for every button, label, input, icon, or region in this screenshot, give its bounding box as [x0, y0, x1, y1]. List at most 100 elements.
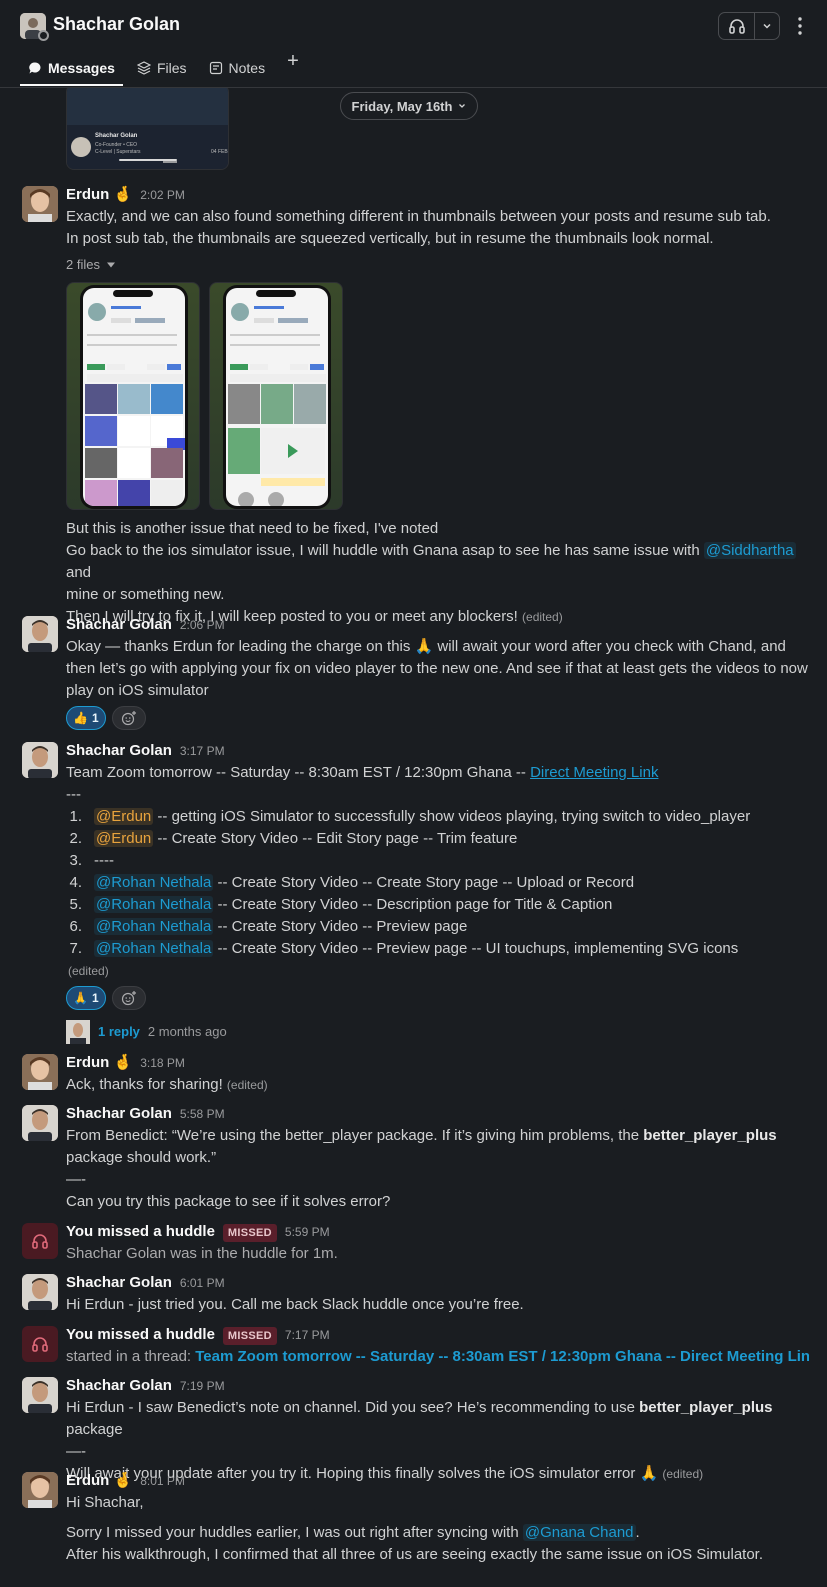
- package-name: better_player_plus: [639, 1399, 773, 1416]
- avatar[interactable]: [22, 186, 58, 222]
- message-text: After his walkthrough, I confirmed that …: [66, 1546, 764, 1563]
- message-text: Exactly, and we can also found something…: [66, 208, 771, 225]
- date-divider[interactable]: Friday, May 16th: [340, 92, 478, 120]
- thread-link[interactable]: Team Zoom tomorrow -- Saturday -- 8:30am…: [195, 1348, 809, 1365]
- message-author[interactable]: Shachar Golan: [66, 1103, 172, 1125]
- message-time[interactable]: 6:01 PM: [180, 1272, 225, 1294]
- reply-count[interactable]: 1 reply: [98, 1021, 140, 1043]
- tab-notes[interactable]: Notes: [201, 56, 274, 86]
- user-mention[interactable]: @Rohan Nethala: [94, 874, 214, 891]
- add-reaction-button[interactable]: [111, 986, 146, 1010]
- presence-indicator: [38, 30, 49, 41]
- avatar[interactable]: [22, 1274, 58, 1310]
- message-author[interactable]: Erdun 🤞: [66, 1470, 132, 1492]
- more-options-icon[interactable]: [792, 14, 808, 38]
- message-text: —-: [66, 1171, 86, 1188]
- list-item: 4. @Rohan Nethala -- Create Story Video -…: [69, 874, 635, 891]
- channel-header: Shachar Golan Messages Files Notes +: [0, 0, 827, 88]
- message-time[interactable]: 2:02 PM: [140, 184, 185, 206]
- avatar[interactable]: [22, 616, 58, 652]
- missed-huddle-icon: [22, 1223, 58, 1259]
- reply-time: 2 months ago: [147, 1024, 227, 1039]
- message-text: then let’s go with applying your fix on …: [66, 660, 808, 677]
- reaction-count: 1: [91, 991, 99, 1005]
- avatar[interactable]: [22, 1054, 58, 1090]
- files-toggle[interactable]: 2 files: [66, 254, 809, 276]
- huddle-title: You missed a huddle: [66, 1326, 215, 1343]
- message-text: and: [66, 564, 92, 581]
- message-time[interactable]: 3:17 PM: [180, 740, 225, 762]
- avatar[interactable]: [22, 1472, 58, 1508]
- user-mention[interactable]: @Rohan Nethala: [94, 918, 214, 935]
- avatar[interactable]: [22, 1377, 58, 1413]
- tab-messages[interactable]: Messages: [20, 56, 123, 86]
- message-author[interactable]: Erdun 🤞: [66, 1052, 132, 1074]
- user-mention[interactable]: @Gnana Chand: [522, 1524, 636, 1541]
- message-text: Team Zoom tomorrow -- Saturday -- 8:30am…: [66, 764, 531, 781]
- meeting-link[interactable]: Direct Meeting Link: [530, 764, 658, 781]
- message-time[interactable]: 8:01 PM: [140, 1470, 185, 1492]
- screenshot-thumbnail[interactable]: [66, 282, 200, 510]
- message-author[interactable]: Shachar Golan: [66, 1375, 172, 1397]
- message-time[interactable]: 5:58 PM: [180, 1103, 225, 1125]
- add-tab-button[interactable]: +: [279, 50, 307, 86]
- reply-avatar: [66, 1020, 90, 1044]
- missed-badge: MISSED: [222, 1327, 277, 1345]
- user-mention[interactable]: @Erdun: [94, 830, 154, 847]
- message-text: .: [635, 1524, 640, 1541]
- chevron-down-icon: [459, 104, 466, 108]
- tab-messages-label: Messages: [48, 60, 115, 76]
- message-author[interactable]: Erdun 🤞: [66, 184, 132, 206]
- list-item: 1. @Erdun -- getting iOS Simulator to suc…: [69, 808, 751, 825]
- message-time[interactable]: 7:17 PM: [285, 1324, 330, 1346]
- message-text: From Benedict: “We’re using the better_p…: [66, 1127, 644, 1144]
- message-text: Ack, thanks for sharing!: [66, 1076, 223, 1093]
- message-author[interactable]: Shachar Golan: [66, 1272, 172, 1294]
- message-text: Hi Shachar,: [66, 1494, 144, 1511]
- tab-files-label: Files: [156, 60, 187, 76]
- pray-icon: 🙏: [73, 991, 88, 1005]
- message-time[interactable]: 3:18 PM: [140, 1052, 185, 1074]
- avatar[interactable]: [22, 742, 58, 778]
- add-reaction-button[interactable]: [111, 706, 146, 730]
- message-text: Can you try this package to see if it so…: [66, 1193, 391, 1210]
- attachment-tier: C-Level | Superstars: [95, 149, 141, 155]
- channel-title[interactable]: Shachar Golan: [53, 14, 180, 35]
- video-attachment-thumbnail[interactable]: Shachar Golan Co-Founder • CEO C-Level |…: [66, 88, 229, 170]
- list-item: 6. @Rohan Nethala -- Create Story Video -…: [69, 918, 468, 935]
- message-text: Hi Erdun - just tried you. Call me back …: [66, 1296, 524, 1313]
- message-time[interactable]: 2:06 PM: [180, 614, 225, 636]
- message-text: ---: [66, 786, 81, 803]
- reaction-thumbs-up[interactable]: 👍 1: [66, 706, 106, 730]
- huddle-button[interactable]: [718, 12, 780, 40]
- message-text: mine or something new.: [66, 586, 225, 603]
- edited-label: (edited): [226, 1078, 268, 1092]
- message-text: But this is another issue that need to b…: [66, 520, 439, 537]
- message-author[interactable]: Shachar Golan: [66, 740, 172, 762]
- image-attachments: [66, 282, 809, 510]
- add-emoji-icon: [121, 991, 136, 1006]
- message-author[interactable]: Shachar Golan: [66, 614, 172, 636]
- message-text: package: [66, 1421, 123, 1438]
- edited-label: (edited): [68, 964, 109, 978]
- tab-notes-label: Notes: [228, 60, 266, 76]
- message-text: —-: [66, 1443, 86, 1460]
- chevron-down-icon[interactable]: [755, 13, 779, 39]
- message-time[interactable]: 5:59 PM: [285, 1221, 330, 1243]
- reaction-pray[interactable]: 🙏 1: [66, 986, 106, 1010]
- message-text: package should work.”: [66, 1149, 217, 1166]
- user-mention[interactable]: @Erdun: [94, 808, 154, 825]
- tab-files[interactable]: Files: [129, 56, 195, 86]
- user-mention[interactable]: @Rohan Nethala: [94, 896, 214, 913]
- headphones-icon[interactable]: [719, 13, 755, 39]
- avatar[interactable]: [22, 1105, 58, 1141]
- message-time[interactable]: 7:19 PM: [180, 1375, 225, 1397]
- thread-replies[interactable]: 1 reply 2 months ago: [66, 1020, 809, 1044]
- user-mention[interactable]: @Siddhartha: [703, 542, 796, 559]
- agenda-list: 1. @Erdun -- getting iOS Simulator to suc…: [66, 806, 809, 960]
- user-mention[interactable]: @Rohan Nethala: [94, 940, 214, 957]
- message-list: Shachar Golan Co-Founder • CEO C-Level |…: [0, 88, 827, 1587]
- missed-huddle-icon: [22, 1326, 58, 1362]
- files-count: 2 files: [66, 257, 100, 272]
- screenshot-thumbnail[interactable]: [209, 282, 343, 510]
